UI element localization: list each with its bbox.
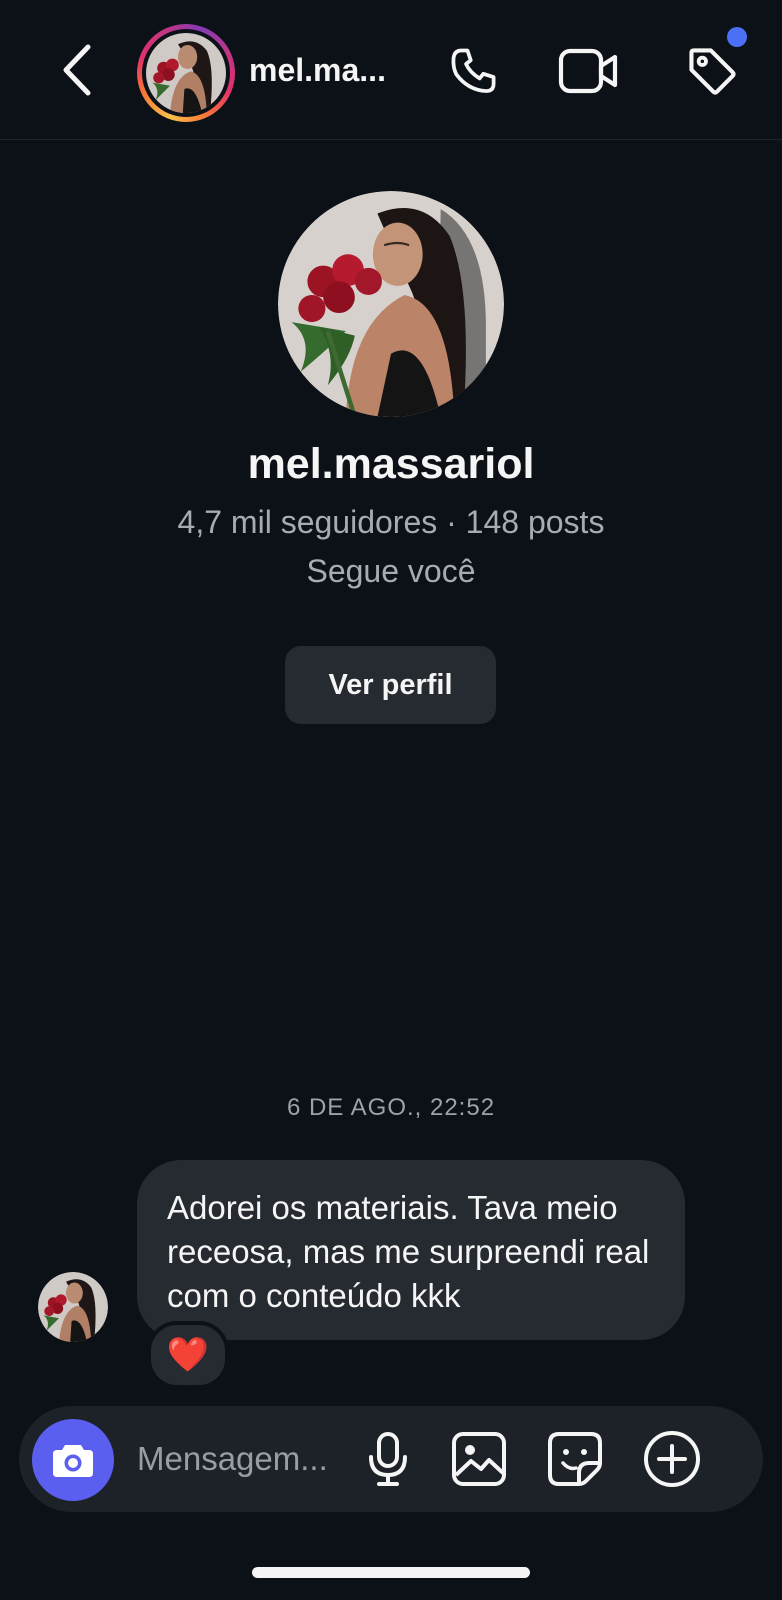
profile-stats: 4,7 mil seguidores · 148 posts — [177, 504, 605, 540]
chevron-left-icon — [63, 44, 91, 96]
phone-icon — [451, 48, 496, 93]
microphone-icon — [369, 1432, 407, 1486]
profile-username: mel.massariol — [247, 440, 535, 488]
header-username[interactable]: mel.ma... — [249, 52, 386, 89]
sticker-button[interactable] — [544, 1428, 606, 1490]
heart-reaction[interactable]: ❤️ — [147, 1321, 229, 1389]
view-profile-button[interactable]: Ver perfil — [285, 646, 496, 724]
message-composer — [19, 1406, 763, 1512]
tag-icon — [689, 48, 736, 95]
avatar-photo — [146, 33, 226, 113]
home-indicator — [252, 1567, 530, 1578]
notification-dot — [727, 27, 747, 47]
camera-button[interactable] — [32, 1419, 114, 1501]
camera-icon — [53, 1445, 93, 1477]
profile-avatar[interactable] — [278, 191, 504, 417]
header-avatar[interactable] — [137, 24, 235, 122]
call-button[interactable] — [441, 38, 507, 104]
message-timestamp: 6 DE AGO., 22:52 — [286, 1094, 496, 1121]
image-icon — [452, 1432, 506, 1486]
sticker-icon — [548, 1432, 602, 1486]
chat-screen: mel.ma... mel.massariol 4,7 mil seguidor… — [0, 0, 782, 1600]
message-bubble[interactable]: Adorei os materiais. Tava meio receosa, … — [137, 1160, 685, 1340]
chat-header: mel.ma... — [0, 0, 782, 140]
video-call-button[interactable] — [556, 38, 622, 104]
avatar-photo — [278, 191, 504, 417]
avatar-photo — [38, 1272, 108, 1342]
gallery-button[interactable] — [448, 1428, 510, 1490]
more-options-button[interactable] — [641, 1428, 703, 1490]
back-button[interactable] — [52, 40, 102, 100]
message-input[interactable] — [137, 1430, 357, 1488]
tag-button[interactable] — [679, 38, 745, 104]
voice-message-button[interactable] — [357, 1428, 419, 1490]
sender-avatar[interactable] — [38, 1272, 108, 1342]
video-camera-icon — [558, 48, 618, 94]
follows-you-label: Segue você — [306, 553, 476, 589]
plus-circle-icon — [644, 1431, 700, 1487]
